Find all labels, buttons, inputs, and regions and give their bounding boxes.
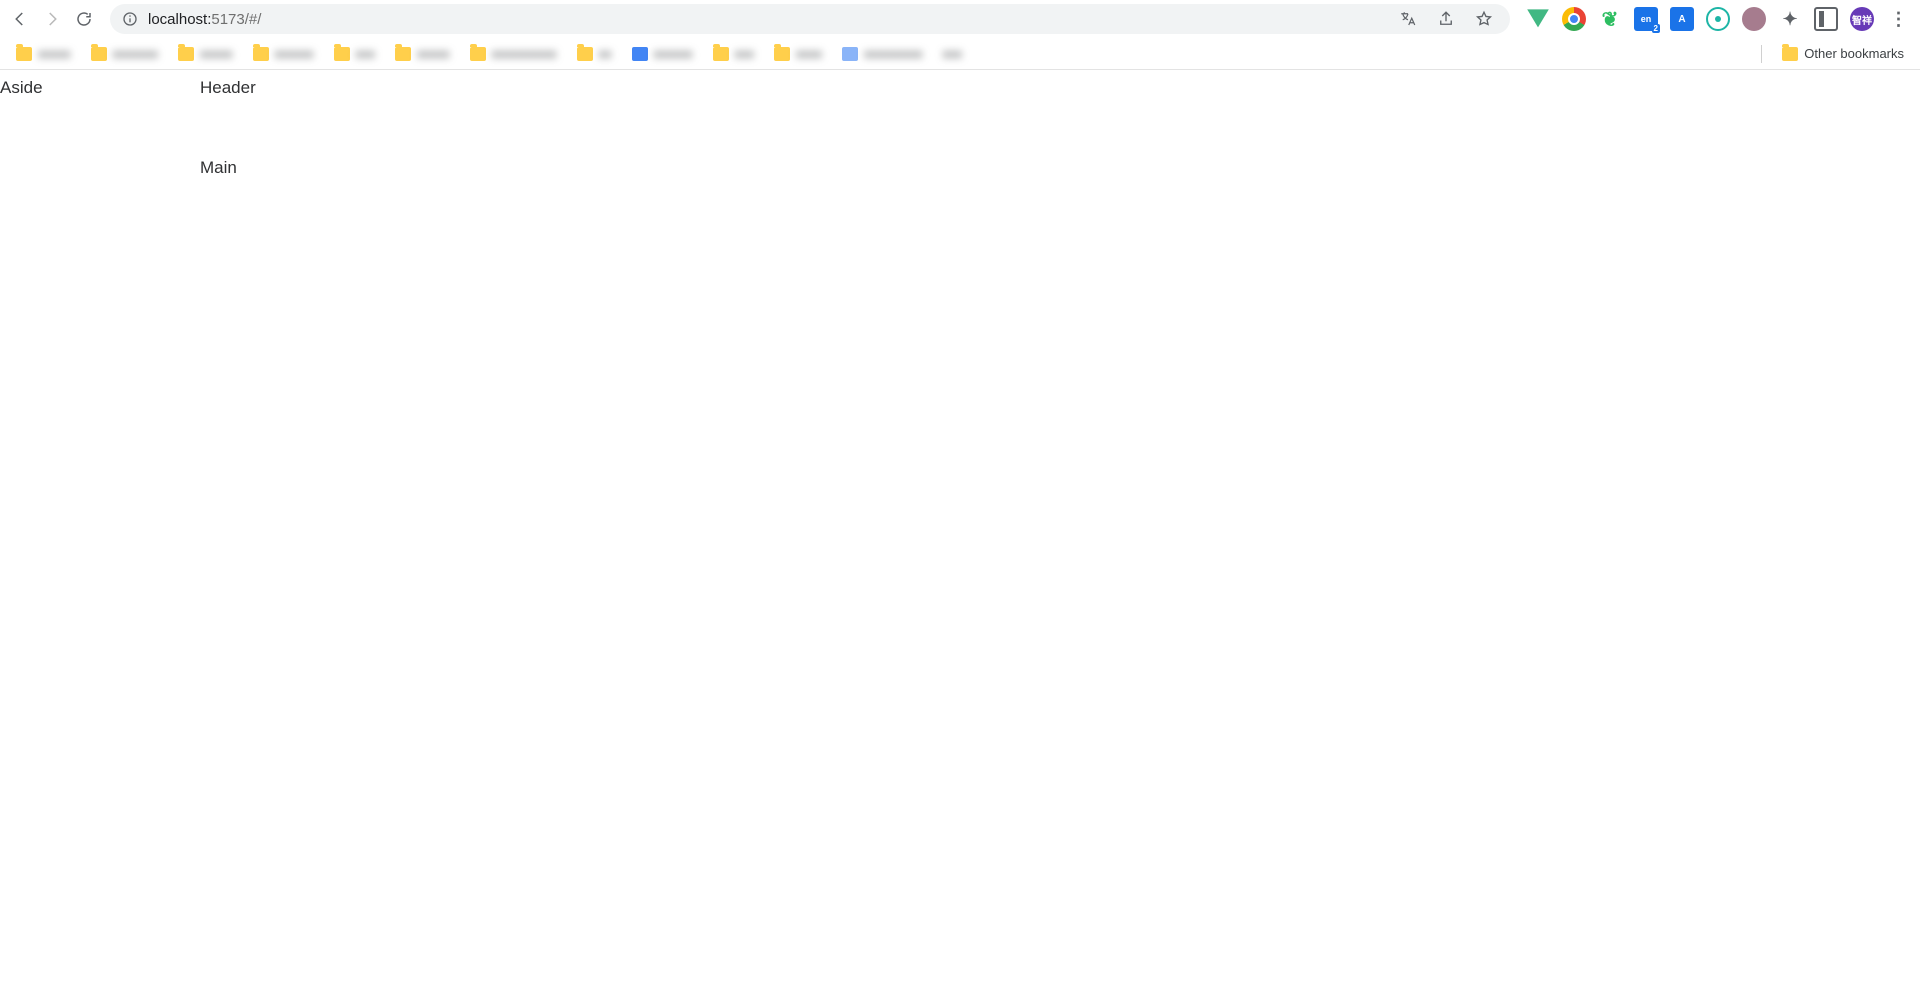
extension-circle[interactable] (1706, 7, 1730, 31)
chrome-menu-button[interactable]: ⋮ (1886, 7, 1910, 31)
folder-icon (577, 47, 593, 61)
bookmark-item[interactable]: xxx (937, 44, 969, 63)
extensions-button[interactable]: ✦ (1778, 7, 1802, 31)
reload-button[interactable] (70, 5, 98, 33)
extension-evernote[interactable]: ❦ (1598, 7, 1622, 31)
extension-a[interactable]: A (1670, 7, 1694, 31)
side-panel-button[interactable] (1814, 7, 1838, 31)
bookmark-item[interactable]: xxxx (768, 44, 828, 63)
bookmark-item[interactable]: xxxxxx (247, 44, 320, 63)
other-bookmarks[interactable]: Other bookmarks (1776, 44, 1910, 63)
page-viewport: Aside Header Main (0, 70, 1920, 981)
share-icon (1437, 10, 1455, 28)
profile-avatar[interactable]: 智祥 (1850, 7, 1874, 31)
reload-icon (75, 10, 93, 28)
url-text: localhost:5173/#/ (148, 11, 1384, 28)
layout-header: Header (200, 70, 1920, 130)
folder-icon (91, 47, 107, 61)
extension-chrome[interactable] (1562, 7, 1586, 31)
app-layout: Aside Header Main (0, 70, 1920, 981)
folder-icon (774, 47, 790, 61)
bookmark-item[interactable]: xxxxxxxxx (836, 44, 929, 63)
bookmark-item[interactable]: xxxxx (389, 44, 456, 63)
other-bookmarks-label: Other bookmarks (1804, 46, 1904, 61)
folder-icon (395, 47, 411, 61)
bookmark-star-button[interactable] (1470, 5, 1498, 33)
divider (1761, 45, 1762, 63)
page-icon (842, 47, 858, 61)
folder-icon (16, 47, 32, 61)
folder-icon (470, 47, 486, 61)
aside-label: Aside (0, 78, 43, 97)
site-info-icon[interactable] (122, 11, 138, 27)
layout-right: Header Main (200, 70, 1920, 981)
folder-icon (253, 47, 269, 61)
translate-icon (1399, 10, 1417, 28)
bookmark-item[interactable]: xxx (328, 44, 382, 63)
bookmark-item[interactable]: xxx (707, 44, 761, 63)
folder-icon (178, 47, 194, 61)
back-button[interactable] (6, 5, 34, 33)
page-icon (632, 47, 648, 61)
bookmark-item[interactable]: xxxxxxxxxx (464, 44, 563, 63)
browser-chrome: localhost:5173/#/ ❦ en A ✦ 智祥 ⋮ xxxxx xx… (0, 0, 1920, 70)
share-button[interactable] (1432, 5, 1460, 33)
info-icon (122, 11, 138, 27)
extension-vue-devtools[interactable] (1526, 7, 1550, 31)
star-icon (1475, 10, 1493, 28)
folder-icon (713, 47, 729, 61)
extension-language[interactable]: en (1634, 7, 1658, 31)
arrow-left-icon (11, 10, 29, 28)
bookmark-item[interactable]: xxxxx (172, 44, 239, 63)
layout-main: Main (200, 130, 1920, 981)
folder-icon (334, 47, 350, 61)
extension-dot[interactable] (1742, 7, 1766, 31)
bookmark-item[interactable]: xxxxxxx (85, 44, 165, 63)
forward-button[interactable] (38, 5, 66, 33)
header-label: Header (200, 78, 256, 97)
toolbar: localhost:5173/#/ ❦ en A ✦ 智祥 ⋮ (0, 0, 1920, 38)
bookmark-item[interactable]: xx (571, 44, 618, 63)
url-path: 5173/#/ (211, 11, 261, 28)
url-host: localhost: (148, 11, 211, 28)
address-bar[interactable]: localhost:5173/#/ (110, 4, 1510, 34)
translate-button[interactable] (1394, 5, 1422, 33)
folder-icon (1782, 47, 1798, 61)
bookmark-item[interactable]: xxxxx (10, 44, 77, 63)
bookmarks-bar: xxxxx xxxxxxx xxxxx xxxxxx xxx xxxxx xxx… (0, 38, 1920, 70)
main-label: Main (200, 158, 237, 177)
layout-aside: Aside (0, 70, 200, 981)
bookmark-item[interactable]: xxxxxx (626, 44, 699, 63)
arrow-right-icon (43, 10, 61, 28)
